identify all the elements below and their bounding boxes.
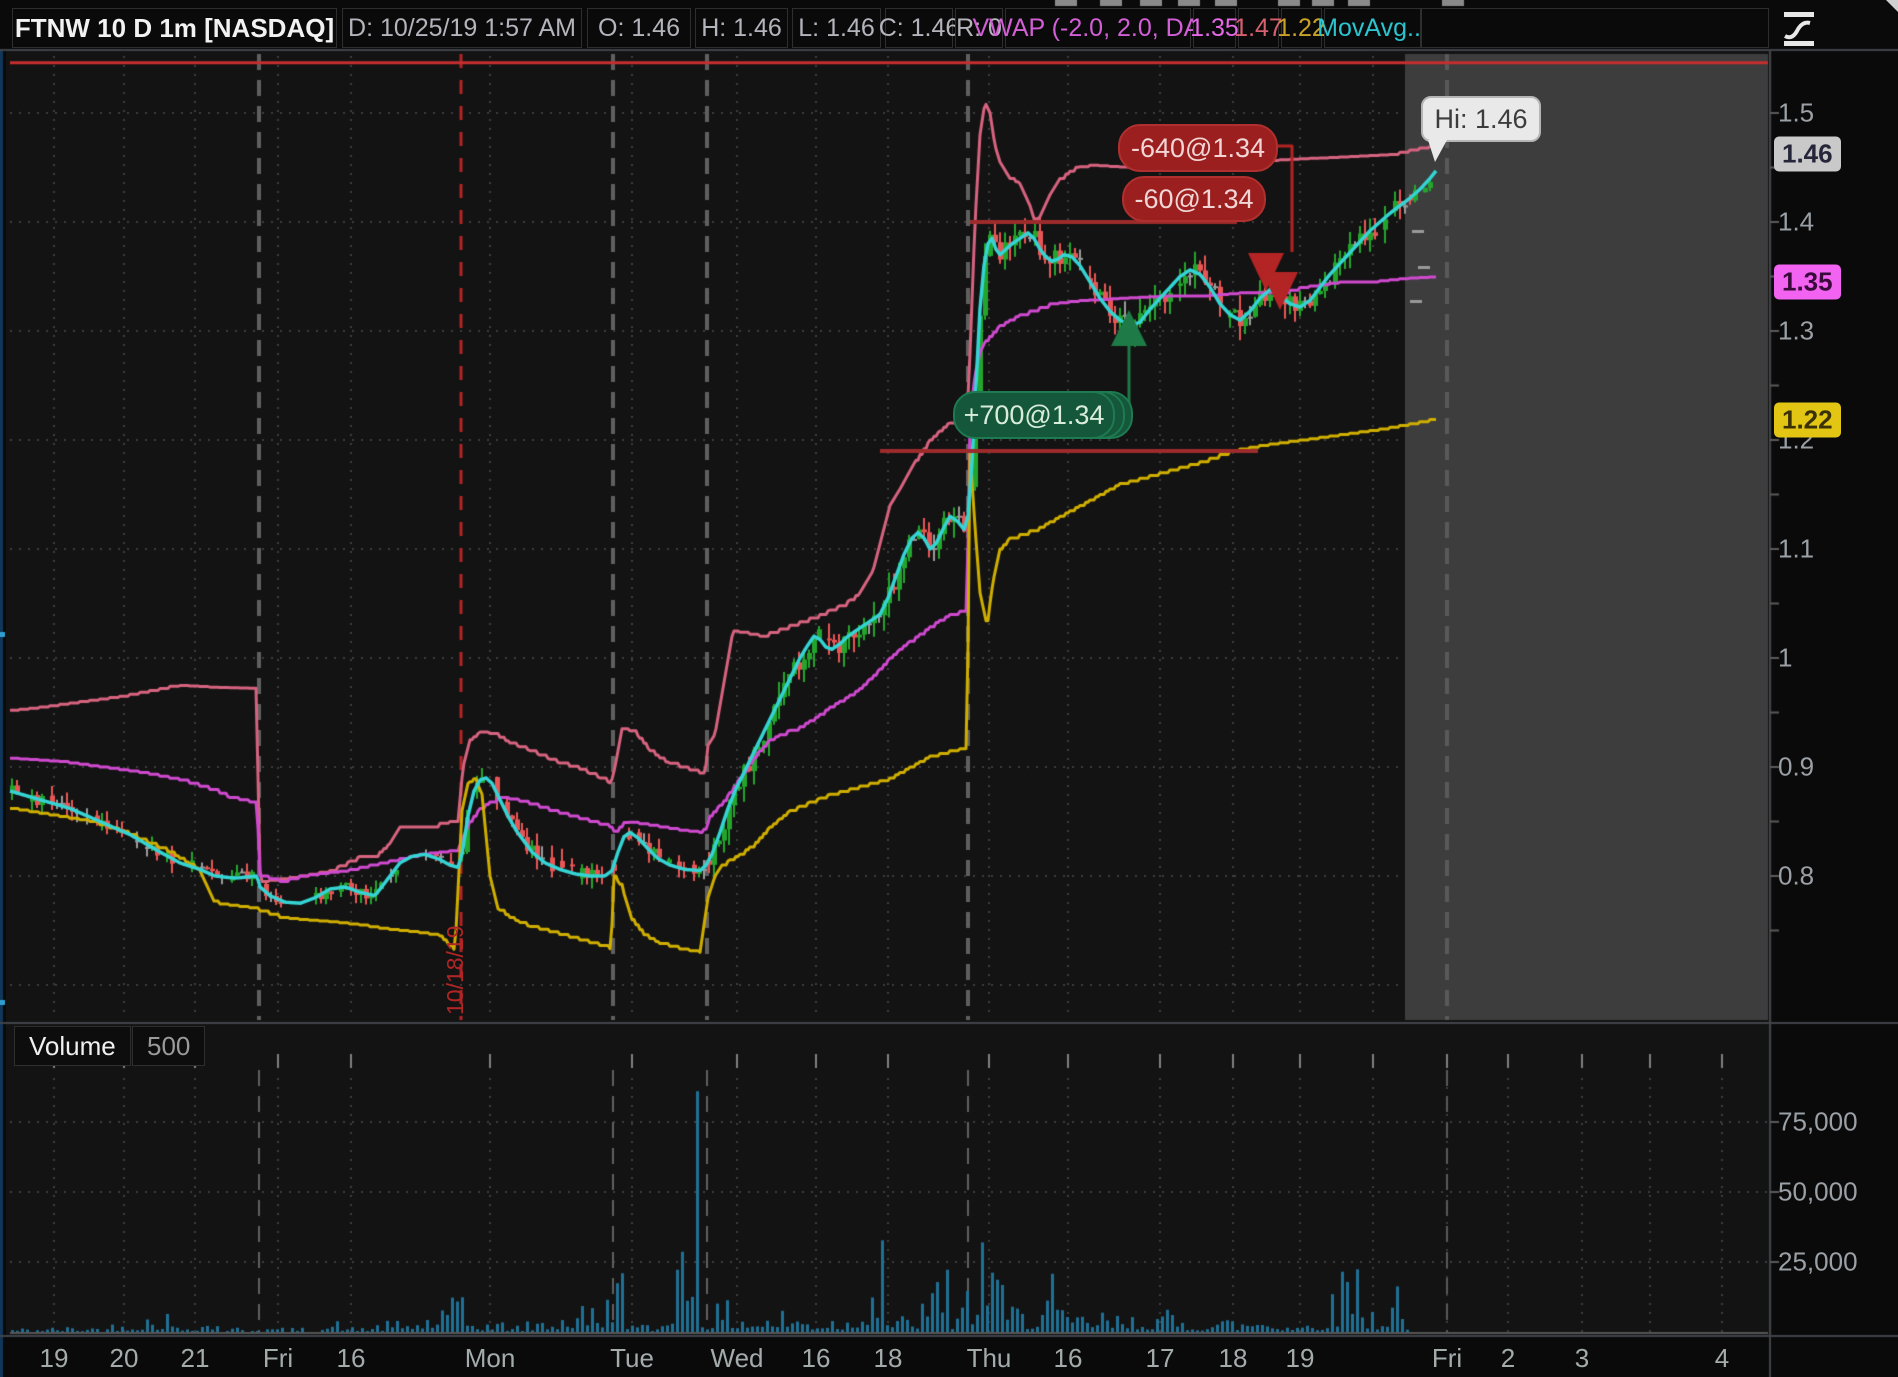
price-tick-label: 1.3 bbox=[1778, 315, 1815, 346]
price-tick-label: 1 bbox=[1778, 642, 1793, 673]
chart-style-icon[interactable] bbox=[1780, 10, 1820, 55]
trading-chart-window: FTNW 10 D 1m [NASDAQ] D: 10/25/19 1:57 A… bbox=[0, 0, 1898, 1377]
time-tick-label-thu: Thu bbox=[966, 1343, 1012, 1373]
header-cell-2[interactable]: H: 1.46 bbox=[695, 8, 788, 48]
time-tick-label-4: 4 bbox=[1714, 1343, 1730, 1373]
time-tick-label-tue: Tue bbox=[610, 1343, 654, 1373]
header-cell-6[interactable]: VWAP (-2.0, 2.0, DAY) bbox=[973, 8, 1224, 48]
time-tick-label-fri: Fri bbox=[262, 1343, 294, 1373]
time-tick-label-mon: Mon bbox=[464, 1343, 516, 1373]
trade-bubble-buy[interactable]: +700@1.34 bbox=[953, 391, 1115, 439]
price-badge-1.35: 1.35 bbox=[1774, 264, 1841, 300]
price-tick-label: 1.1 bbox=[1778, 533, 1815, 564]
time-tick-label-16: 16 bbox=[801, 1343, 831, 1373]
price-chart-canvas[interactable] bbox=[0, 0, 1898, 1377]
high-callout-tail-icon bbox=[1428, 140, 1447, 162]
price-badge-1.46: 1.46 bbox=[1774, 136, 1841, 172]
time-tick-label-19: 19 bbox=[1285, 1343, 1315, 1373]
trade-bubble-sell[interactable]: -60@1.34 bbox=[1122, 176, 1266, 222]
time-tick-label-20: 20 bbox=[109, 1343, 139, 1373]
price-tick-label: 0.8 bbox=[1778, 860, 1815, 891]
time-tick-label-19: 19 bbox=[39, 1343, 69, 1373]
window-corner-glyph bbox=[1886, 0, 1898, 12]
header-cell-8[interactable]: 1.47 bbox=[1234, 8, 1283, 48]
time-tick-label-wed: Wed bbox=[710, 1343, 764, 1373]
time-tick-label-21: 21 bbox=[180, 1343, 210, 1373]
time-tick-label-2: 2 bbox=[1500, 1343, 1516, 1373]
volume-tick-label: 50,000 bbox=[1778, 1176, 1858, 1207]
header-cell-3[interactable]: L: 1.46 bbox=[792, 8, 881, 48]
time-tick-label-18: 18 bbox=[873, 1343, 903, 1373]
time-tick-label-16: 16 bbox=[1053, 1343, 1083, 1373]
time-tick-label-fri: Fri bbox=[1431, 1343, 1463, 1373]
time-tick-label-16: 16 bbox=[336, 1343, 366, 1373]
volume-study-param[interactable]: 500 bbox=[132, 1026, 206, 1066]
price-tick-label: 0.9 bbox=[1778, 751, 1815, 782]
symbol-title[interactable]: FTNW 10 D 1m [NASDAQ] bbox=[12, 8, 337, 48]
volume-tick-label: 75,000 bbox=[1778, 1106, 1858, 1137]
price-badge-1.22: 1.22 bbox=[1774, 402, 1841, 438]
time-tick-label-3: 3 bbox=[1574, 1343, 1590, 1373]
header-cell-4[interactable]: C: 1.46 bbox=[879, 8, 959, 48]
time-tick-label-18: 18 bbox=[1218, 1343, 1248, 1373]
header-cell-11[interactable] bbox=[1421, 8, 1769, 48]
trade-bubble-sell[interactable]: -640@1.34 bbox=[1118, 124, 1278, 172]
header-cell-7[interactable]: 1.35 bbox=[1190, 8, 1239, 48]
header-cell-1[interactable]: O: 1.46 bbox=[587, 8, 691, 48]
date-vline-label: 10/18/19 bbox=[442, 925, 468, 1015]
header-cell-9[interactable]: 1.22 bbox=[1277, 8, 1326, 48]
time-tick-label-17: 17 bbox=[1145, 1343, 1175, 1373]
high-price-callout: Hi: 1.46 bbox=[1421, 96, 1541, 142]
price-tick-label: 1.4 bbox=[1778, 206, 1815, 237]
header-cell-0[interactable]: D: 10/25/19 1:57 AM bbox=[342, 8, 582, 48]
price-tick-label: 1.5 bbox=[1778, 97, 1815, 128]
header-cell-10[interactable]: MovAvg... bbox=[1317, 8, 1428, 48]
volume-tick-label: 25,000 bbox=[1778, 1246, 1858, 1277]
volume-study-label[interactable]: Volume bbox=[14, 1026, 131, 1066]
